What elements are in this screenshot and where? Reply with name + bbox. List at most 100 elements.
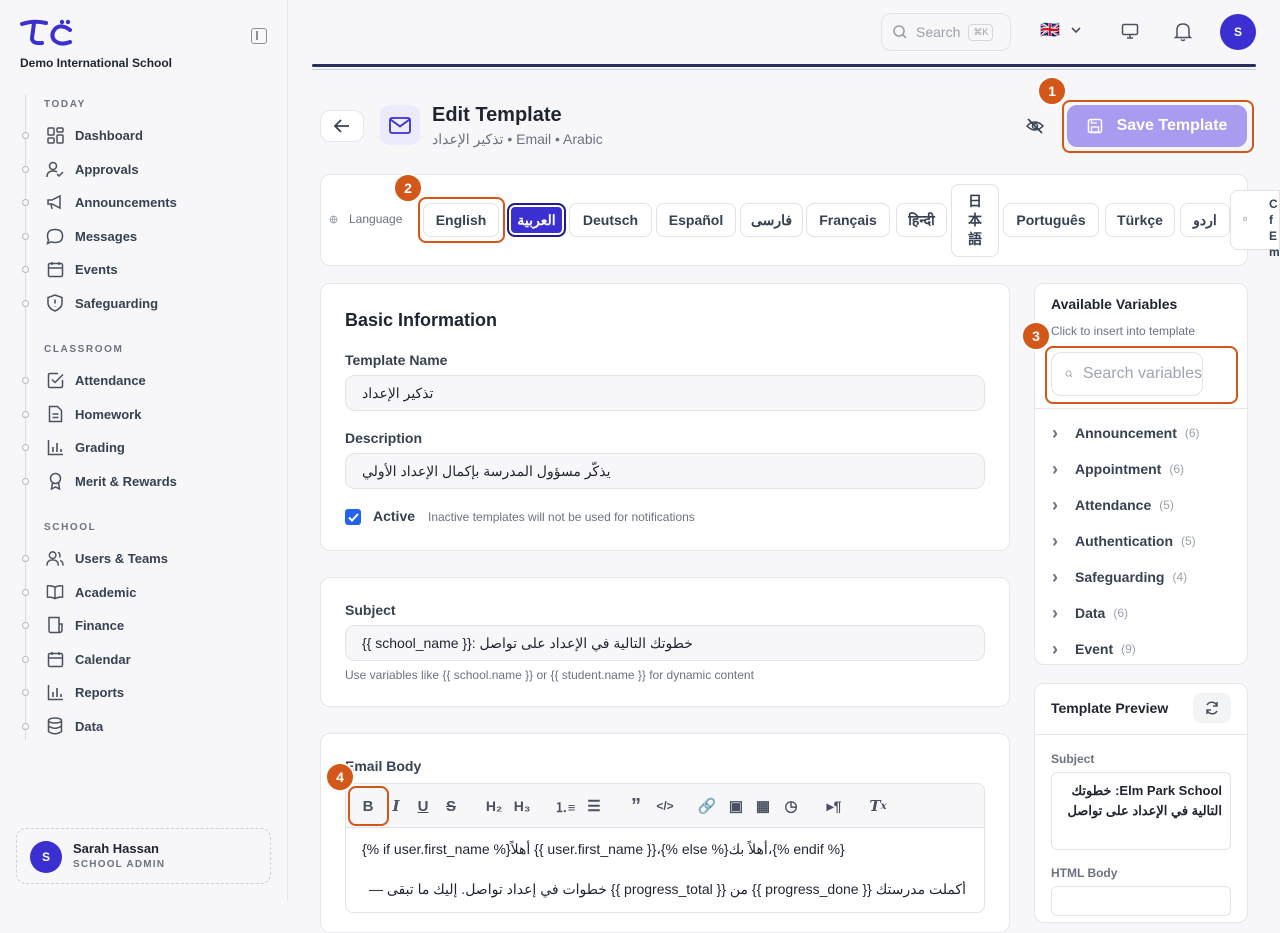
language-option[interactable]: Español	[656, 203, 736, 237]
sidebar-item-finance[interactable]: Finance	[46, 613, 124, 637]
italic-icon[interactable]: I	[387, 795, 405, 817]
heading3-icon[interactable]: H₃	[511, 795, 533, 817]
language-option[interactable]: Português	[1003, 203, 1099, 237]
preview-subject-value: Elm Park School: خطوتك التالية في الإعدا…	[1051, 772, 1231, 850]
sidebar-item-homework[interactable]: Homework	[46, 402, 141, 426]
sidebar-item-dashboard[interactable]: Dashboard	[46, 123, 143, 147]
subject-label: Subject	[345, 602, 396, 618]
language-option[interactable]: हिन्दी	[896, 203, 947, 237]
sidebar-item-label: Merit & Rewards	[75, 473, 177, 489]
sidebar-item-events[interactable]: Events	[46, 257, 118, 281]
variable-group-data[interactable]: › Data (6)	[1052, 603, 1128, 623]
email-body-label: Email Body	[345, 758, 422, 774]
page-subtitle: تذكير الإعداد • Email • Arabic	[432, 131, 603, 147]
sidebar-item-label: Homework	[75, 406, 142, 422]
nav-tree-dot	[22, 199, 29, 206]
language-overflow[interactable]: C f Em	[1230, 190, 1280, 259]
variable-group-appointment[interactable]: › Appointment (6)	[1052, 459, 1184, 479]
heading2-icon[interactable]: H₂	[483, 795, 505, 817]
email-body-line-1[interactable]: {% if user.first_name %}أهلاً {{ user.fi…	[362, 841, 845, 858]
sidebar-item-label: Academic	[75, 584, 137, 600]
subject-value: {{ school_name }}: خطوتك التالية في الإع…	[362, 634, 693, 651]
language-option[interactable]: اردو	[1180, 203, 1230, 237]
language-option[interactable]: Deutsch	[569, 203, 652, 237]
subject-input[interactable]: {{ school_name }}: خطوتك التالية في الإع…	[345, 625, 985, 661]
chevron-right-icon: ›	[1052, 422, 1058, 443]
calendar-icon	[46, 650, 64, 668]
school-logo[interactable]	[20, 18, 74, 48]
active-checkbox[interactable]	[345, 509, 361, 525]
description-input[interactable]: يذكّر مسؤول المدرسة بإكمال الإعداد الأول…	[345, 453, 985, 489]
global-search[interactable]: Search ⌘K	[881, 13, 1011, 51]
clear-format-icon[interactable]: Tx	[868, 795, 888, 817]
sidebar-item-safeguarding[interactable]: Safeguarding	[46, 291, 158, 315]
bullet-list-icon[interactable]: ☰	[584, 795, 604, 817]
variable-group-count: (9)	[1121, 642, 1136, 656]
link-icon[interactable]: 🔗	[697, 795, 717, 817]
language-option[interactable]: العربية	[507, 203, 566, 237]
overflow-globe-icon	[1243, 217, 1247, 221]
section-label-school: SCHOOL	[44, 522, 97, 533]
nav-tree-dot	[22, 589, 29, 596]
eye-off-icon[interactable]	[1026, 117, 1044, 135]
nav-tree-dot	[22, 444, 29, 451]
chevron-right-icon: ›	[1052, 530, 1058, 551]
sidebar-item-approvals[interactable]: Approvals	[46, 157, 139, 181]
check-square-icon	[46, 371, 64, 389]
variables-heading: Available Variables	[1051, 296, 1178, 312]
preview-html-label: HTML Body	[1051, 866, 1118, 880]
schedule-icon[interactable]: ◷	[780, 795, 802, 817]
variable-group-authentication[interactable]: › Authentication (5)	[1052, 531, 1196, 551]
user-name: Sarah Hassan	[73, 841, 159, 856]
template-name-input[interactable]: تذكير الإعداد	[345, 375, 985, 411]
monitor-icon[interactable]	[1121, 23, 1139, 40]
chevron-right-icon: ›	[1052, 638, 1058, 659]
sidebar-item-users-teams[interactable]: Users & Teams	[46, 546, 168, 570]
topbar-avatar[interactable]: S	[1220, 14, 1256, 50]
sidebar-item-grading[interactable]: Grading	[46, 435, 125, 459]
language-option[interactable]: Français	[806, 203, 890, 237]
sidebar-item-label: Users & Teams	[75, 550, 168, 566]
variable-group-announcement[interactable]: › Announcement (6)	[1052, 423, 1200, 443]
email-body-line-2[interactable]: أكملت مدرستك {{ progress_done }} من {{ p…	[362, 881, 966, 898]
ordered-list-icon[interactable]: ⒈≡	[555, 795, 576, 817]
chevron-right-icon: ›	[1052, 494, 1058, 515]
calendar-icon	[46, 260, 64, 278]
sidebar-item-data[interactable]: Data	[46, 714, 103, 738]
sidebar-item-calendar[interactable]: Calendar	[46, 647, 131, 671]
sidebar-item-messages[interactable]: Messages	[46, 224, 137, 248]
basic-info-heading: Basic Information	[345, 310, 498, 330]
language-option[interactable]: Türkçe	[1105, 203, 1175, 237]
variable-group-event[interactable]: › Event (9)	[1052, 639, 1136, 659]
sidebar-collapse-icon[interactable]	[251, 28, 267, 44]
underline-icon[interactable]: U	[414, 795, 432, 817]
bell-icon[interactable]	[1173, 21, 1193, 42]
variable-group-count: (5)	[1159, 498, 1174, 512]
megaphone-icon	[46, 193, 64, 211]
sidebar-item-attendance[interactable]: Attendance	[46, 368, 146, 392]
sidebar-item-label: Grading	[75, 439, 125, 455]
sidebar-item-announcements[interactable]: Announcements	[46, 190, 177, 214]
back-button[interactable]	[320, 110, 364, 142]
strikethrough-icon[interactable]: S	[442, 795, 460, 817]
sidebar-item-academic[interactable]: Academic	[46, 580, 136, 604]
variables-hint: Click to insert into template	[1051, 324, 1196, 338]
language-switcher[interactable]: 🇬🇧	[1040, 20, 1082, 40]
image-icon[interactable]: ▣	[726, 795, 746, 817]
sidebar-item-merit-rewards[interactable]: Merit & Rewards	[46, 469, 177, 493]
variable-group-safeguarding[interactable]: › Safeguarding (4)	[1052, 567, 1187, 587]
refresh-preview-button[interactable]	[1193, 693, 1231, 723]
language-option[interactable]: 日本語	[951, 184, 999, 257]
variable-group-attendance[interactable]: › Attendance (5)	[1052, 495, 1174, 515]
arrow-left-icon	[334, 119, 349, 133]
rtl-paragraph-icon[interactable]: ▸¶	[823, 795, 845, 817]
language-option[interactable]: فارسی	[740, 203, 803, 237]
sidebar-item-reports[interactable]: Reports	[46, 680, 124, 704]
blockquote-icon[interactable]: ”	[626, 795, 646, 817]
user-card[interactable]: S Sarah Hassan SCHOOL ADMIN	[16, 828, 271, 884]
nav-tree-dot	[22, 622, 29, 629]
calendar-insert-icon[interactable]: ▦	[753, 795, 773, 817]
nav-tree-dot	[22, 689, 29, 696]
code-icon[interactable]: </>	[654, 795, 676, 817]
variable-group-count: (6)	[1184, 426, 1200, 440]
